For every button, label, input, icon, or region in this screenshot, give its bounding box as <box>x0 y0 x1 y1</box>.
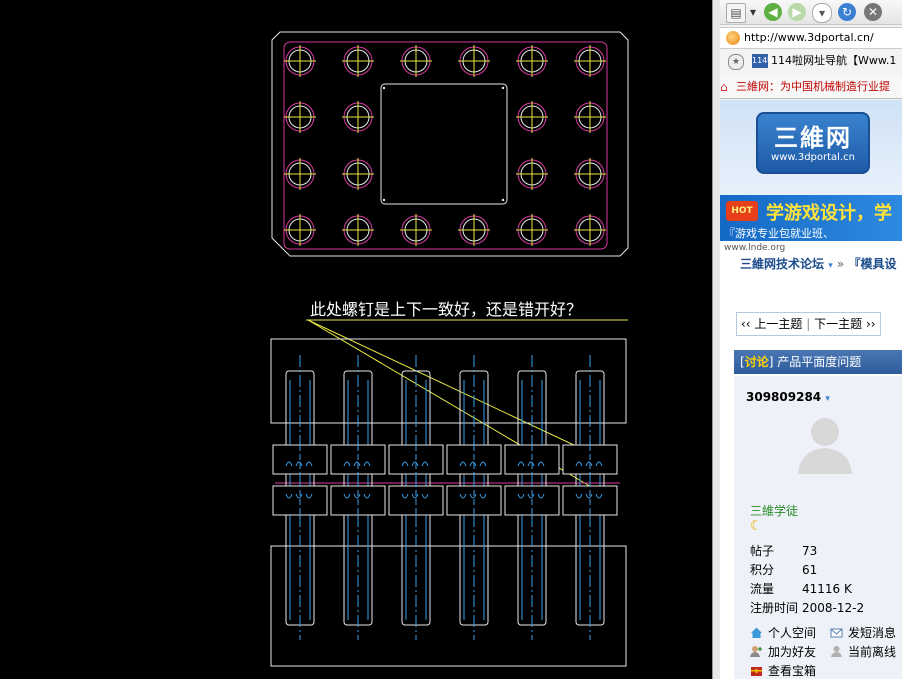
ad-headline: 学游戏设计，学 <box>766 203 892 224</box>
ad-footer: www.lnde.org <box>724 243 786 253</box>
breadcrumb-separator: » <box>836 257 845 271</box>
pocket-corner-mark <box>501 86 505 90</box>
ad-subline: 『游戏专业包就业班、 <box>724 227 834 240</box>
pocket-corner-mark <box>501 198 505 202</box>
stat-row: 流量 41116 K <box>750 580 864 599</box>
moon-icon: ☾ <box>750 518 763 534</box>
online-status-label: 当前离线 <box>848 645 897 659</box>
ad-banner[interactable]: HOT 学游戏设计，学 『游戏专业包就业班、 <box>720 195 902 241</box>
site-header: 三維网 www.3dportal.cn <box>720 100 902 195</box>
send-message-label: 发短消息 <box>848 626 897 640</box>
top-plate-inner <box>283 41 608 250</box>
history-dropdown-icon[interactable]: ▾ <box>812 3 832 23</box>
home-icon: ⌂ <box>720 80 728 94</box>
refresh-icon[interactable]: ↻ <box>838 3 856 21</box>
user-profile-card: 309809284 ▾ 三維学徒 ☾ 帖子 73 积分 61 流量 41116 K 注… <box>734 376 902 679</box>
add-friend-label: 加为好友 <box>768 645 817 659</box>
stat-label: 积分 <box>750 563 775 577</box>
treasure-chest-icon <box>751 667 762 676</box>
logo-url: www.3dportal.cn <box>771 152 855 163</box>
prev-topic-link[interactable]: ‹‹ 上一主题 <box>741 317 802 331</box>
nav-divider: | <box>806 317 811 331</box>
star-icon[interactable]: ★ <box>728 54 744 70</box>
topic-navigation: ‹‹ 上一主题 | 下一主题 ›› <box>736 312 881 336</box>
bolt-group <box>272 355 618 640</box>
back-icon[interactable]: ◀ <box>764 3 782 21</box>
page-content: 三維网 www.3dportal.cn HOT 学游戏设计，学 『游戏专业包就业… <box>720 100 902 679</box>
topic-bracket-close: ] <box>768 355 774 369</box>
chevron-down-icon[interactable]: ▾ <box>825 394 830 404</box>
breadcrumb-forum[interactable]: 三維网技术论坛 <box>740 257 824 271</box>
new-page-icon[interactable]: ▤ <box>726 3 746 23</box>
stat-label: 流量 <box>750 582 775 596</box>
pocket-corner-mark <box>382 198 386 202</box>
home-icon <box>751 627 762 638</box>
username[interactable]: 309809284 ▾ <box>746 390 830 404</box>
stat-value: 61 <box>802 563 818 577</box>
user-offline-icon <box>831 646 842 657</box>
stat-row: 注册时间 2008-12-2 <box>750 599 864 618</box>
site-logo[interactable]: 三維网 www.3dportal.cn <box>756 112 870 174</box>
upper-plate <box>270 338 627 424</box>
leader-line-1 <box>307 319 611 463</box>
top-plate-outline <box>271 31 629 257</box>
forward-icon[interactable]: ▶ <box>788 3 806 21</box>
stat-label: 帖子 <box>750 544 775 558</box>
cad-canvas[interactable]: 此处螺钉是上下一致好，还是错开好？ <box>0 0 712 679</box>
online-status: 当前离线 <box>830 643 896 662</box>
stat-value: 73 <box>802 544 818 558</box>
breadcrumb-subforum[interactable]: 『模具设 <box>848 257 896 271</box>
next-topic-link[interactable]: 下一主题 ›› <box>814 317 875 331</box>
browser-pane: ▤ ▾ ◀ ▶ ▾ ↻ ✕ http://www.3dportal.cn/ ★ 1… <box>720 0 902 679</box>
bookmarks-bar: ★ 114啦114啦网址导航【Www.1 <box>720 50 902 72</box>
cad-drawing: 此处螺钉是上下一致好，还是错开好？ <box>270 31 629 667</box>
user-rank: 三維学徒 <box>750 504 799 518</box>
hot-badge: HOT <box>726 201 758 221</box>
add-friend-link[interactable]: 加为好友 <box>750 643 816 662</box>
topic-title: 产品平面度问题 <box>777 355 862 369</box>
page-tab[interactable]: ⌂ 三維网：为中国机械制造行业提 <box>720 76 902 99</box>
avatar[interactable] <box>792 414 858 474</box>
pocket-corner-mark <box>382 86 386 90</box>
personal-space-link[interactable]: 个人空间 <box>750 624 816 643</box>
stat-row: 积分 61 <box>750 561 864 580</box>
stat-row: 帖子 73 <box>750 542 864 561</box>
tab-title: 三維网：为中国机械制造行业提 <box>736 80 890 93</box>
stat-label: 注册时间 <box>750 601 799 615</box>
top-plate-holes <box>284 45 606 246</box>
lower-plate <box>270 545 627 667</box>
breadcrumb: 三維网技术论坛 ▾ » 『模具设 <box>740 255 896 272</box>
browser-toolbar: ▤ ▾ ◀ ▶ ▾ ↻ ✕ <box>720 0 902 25</box>
bookmark-link[interactable]: 114啦网址导航【Www.1 <box>771 54 896 67</box>
stop-icon[interactable]: ✕ <box>864 3 882 21</box>
dropdown-arrow-icon[interactable]: ▾ <box>748 3 758 21</box>
address-text: http://www.3dportal.cn/ <box>744 31 874 44</box>
add-user-icon <box>750 646 762 657</box>
center-pocket <box>380 83 508 205</box>
bookmark-tag: 114啦 <box>752 54 775 68</box>
topic-header: [讨论] 产品平面度问题 <box>734 350 902 374</box>
user-stats: 帖子 73 积分 61 流量 41116 K 注册时间 2008-12-2 <box>750 542 864 618</box>
logo-text: 三維网 <box>774 124 852 152</box>
personal-space-label: 个人空间 <box>768 626 817 640</box>
stat-value: 2008-12-2 <box>802 601 865 615</box>
site-favicon <box>726 31 740 45</box>
topic-tag[interactable]: 讨论 <box>745 355 769 369</box>
treasure-box-label: 查看宝箱 <box>768 664 817 678</box>
treasure-box-link[interactable]: 查看宝箱 <box>750 662 816 679</box>
stat-value: 41116 K <box>802 582 852 596</box>
address-bar[interactable]: http://www.3dportal.cn/ <box>720 27 902 49</box>
chevron-down-icon[interactable]: ▾ <box>828 261 833 271</box>
cad-annotation: 此处螺钉是上下一致好，还是错开好？ <box>310 300 582 319</box>
envelope-icon <box>830 628 843 638</box>
send-message-link[interactable]: 发短消息 <box>830 624 896 643</box>
username-text: 309809284 <box>746 390 822 404</box>
